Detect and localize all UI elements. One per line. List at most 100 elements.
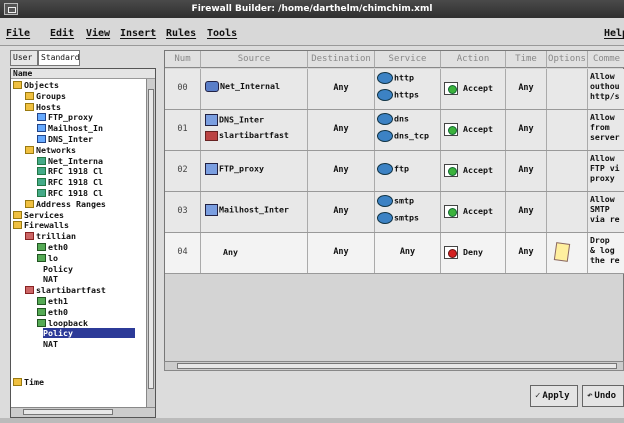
tree-header[interactable]: Name bbox=[11, 69, 155, 79]
rule-action-cell[interactable]: Accept bbox=[441, 69, 506, 109]
rule-number-cell[interactable]: 03 bbox=[165, 192, 201, 232]
column-header-options[interactable]: Options bbox=[547, 51, 588, 68]
rule-comment-cell[interactable]: Allow from server bbox=[588, 110, 624, 150]
service-object[interactable]: dns_tcp bbox=[377, 130, 429, 142]
tree-item[interactable]: Policy bbox=[43, 264, 73, 274]
source-object[interactable]: Net_Internal bbox=[205, 81, 280, 92]
rule-row[interactable]: 04 Any Any Any Deny Any Drop & log the re bbox=[165, 233, 624, 274]
rule-comment-cell[interactable]: Drop & log the re bbox=[588, 233, 624, 273]
column-header-destination[interactable]: Destination bbox=[308, 51, 375, 68]
rule-row[interactable]: 02 FTP_proxy Any ftp Accept Any Allow FTP vi … bbox=[165, 151, 624, 192]
rule-options-cell[interactable] bbox=[547, 110, 588, 150]
menu-tools[interactable]: Tools bbox=[207, 28, 237, 39]
rule-time-cell[interactable]: Any bbox=[506, 110, 547, 150]
rule-action-cell[interactable]: Deny bbox=[441, 233, 506, 273]
rule-action-cell[interactable]: Accept bbox=[441, 110, 506, 150]
tree-item[interactable]: RFC 1918 Cl bbox=[37, 188, 103, 198]
rule-source-cell[interactable]: Net_Internal bbox=[201, 69, 308, 109]
tree-item[interactable]: Mailhost_In bbox=[37, 123, 103, 133]
rule-destination-cell[interactable]: Any bbox=[308, 192, 375, 232]
rule-options-cell[interactable] bbox=[547, 69, 588, 109]
service-object[interactable]: https bbox=[377, 89, 419, 101]
undo-button[interactable]: ↶ Undo bbox=[582, 385, 624, 407]
rule-comment-cell[interactable]: Allow outhou http/s bbox=[588, 69, 624, 109]
tree-vertical-scrollbar[interactable] bbox=[146, 79, 155, 417]
rule-destination-cell[interactable]: Any bbox=[308, 69, 375, 109]
apply-button[interactable]: ✓ Apply bbox=[530, 385, 578, 407]
rule-time-cell[interactable]: Any bbox=[506, 192, 547, 232]
tree-item[interactable]: DNS_Inter bbox=[37, 134, 93, 144]
rule-service-cell[interactable]: ftp bbox=[375, 151, 441, 191]
rule-options-cell[interactable] bbox=[547, 192, 588, 232]
rule-comment-cell[interactable]: Allow FTP vi proxy bbox=[588, 151, 624, 191]
rule-time-cell[interactable]: Any bbox=[506, 233, 547, 273]
tree-item[interactable]: Policy bbox=[43, 328, 135, 339]
rule-number-cell[interactable]: 00 bbox=[165, 69, 201, 109]
tree-item[interactable]: Address Ranges bbox=[25, 199, 106, 209]
source-object[interactable]: FTP_proxy bbox=[205, 163, 264, 175]
rule-row[interactable]: 00 Net_Internal Any http https Accept Any Allo… bbox=[165, 69, 624, 110]
tree-item[interactable]: FTP_proxy bbox=[37, 112, 93, 122]
tree-horizontal-scrollbar[interactable] bbox=[11, 407, 155, 417]
rule-time-cell[interactable]: Any bbox=[506, 151, 547, 191]
source-object[interactable]: slartibartfast bbox=[205, 130, 289, 141]
menu-rules[interactable]: Rules bbox=[166, 28, 196, 39]
rule-destination-cell[interactable]: Any bbox=[308, 233, 375, 273]
tree-item[interactable]: Firewalls bbox=[13, 220, 69, 230]
service-object[interactable]: http bbox=[377, 72, 414, 84]
rule-service-cell[interactable]: http https bbox=[375, 69, 441, 109]
column-header-source[interactable]: Source bbox=[201, 51, 308, 68]
menu-view[interactable]: View bbox=[86, 28, 110, 39]
rule-destination-cell[interactable]: Any bbox=[308, 151, 375, 191]
rule-number-cell[interactable]: 04 bbox=[165, 233, 201, 273]
window-menu-icon[interactable] bbox=[4, 3, 18, 15]
rule-source-cell[interactable]: DNS_Inter slartibartfast bbox=[201, 110, 308, 150]
tree-item[interactable]: eth1 bbox=[37, 296, 68, 306]
tree-item[interactable]: Services bbox=[13, 210, 64, 220]
tab-standard[interactable]: Standard bbox=[38, 50, 80, 66]
rule-destination-cell[interactable]: Any bbox=[308, 110, 375, 150]
column-header-comment[interactable]: Comme bbox=[588, 51, 624, 68]
service-object[interactable]: smtps bbox=[377, 212, 419, 224]
column-header-action[interactable]: Action bbox=[441, 51, 506, 68]
rule-row[interactable]: 03 Mailhost_Inter Any smtp smtps Accept Any Al… bbox=[165, 192, 624, 233]
tab-user[interactable]: User bbox=[10, 50, 38, 66]
rule-number-cell[interactable]: 01 bbox=[165, 110, 201, 150]
tree-item[interactable]: NAT bbox=[43, 339, 58, 349]
tree-item[interactable]: Hosts bbox=[25, 102, 61, 112]
tree-item[interactable]: Time bbox=[13, 377, 44, 387]
rule-number-cell[interactable]: 02 bbox=[165, 151, 201, 191]
tree-item[interactable]: Groups bbox=[25, 91, 66, 101]
menu-edit[interactable]: Edit bbox=[50, 28, 74, 39]
rule-row[interactable]: 01 DNS_Inter slartibartfast Any dns dns_tcp A… bbox=[165, 110, 624, 151]
service-object[interactable]: dns bbox=[377, 113, 409, 125]
tree-item[interactable]: eth0 bbox=[37, 307, 68, 317]
rule-action-cell[interactable]: Accept bbox=[441, 192, 506, 232]
tree-item[interactable]: trillian bbox=[25, 231, 76, 241]
rule-service-cell[interactable]: dns dns_tcp bbox=[375, 110, 441, 150]
tree-item[interactable]: Objects bbox=[13, 80, 59, 90]
rule-options-cell[interactable] bbox=[547, 233, 588, 273]
tree-item[interactable]: RFC 1918 Cl bbox=[37, 166, 103, 176]
menu-file[interactable]: File bbox=[6, 28, 30, 39]
rule-source-cell[interactable]: Any bbox=[201, 233, 308, 273]
rule-service-cell[interactable]: Any bbox=[375, 233, 441, 273]
rule-time-cell[interactable]: Any bbox=[506, 69, 547, 109]
rule-service-cell[interactable]: smtp smtps bbox=[375, 192, 441, 232]
tree-item[interactable]: loopback bbox=[37, 318, 88, 328]
menu-help[interactable]: Help bbox=[604, 28, 624, 39]
service-object[interactable]: ftp bbox=[377, 163, 409, 175]
tree-item[interactable]: slartibartfast bbox=[25, 285, 106, 295]
menu-insert[interactable]: Insert bbox=[120, 28, 156, 39]
column-header-service[interactable]: Service bbox=[375, 51, 441, 68]
tree-item[interactable]: RFC 1918 Cl bbox=[37, 177, 103, 187]
source-object[interactable]: Mailhost_Inter bbox=[205, 204, 289, 216]
rule-action-cell[interactable]: Accept bbox=[441, 151, 506, 191]
rule-source-cell[interactable]: Mailhost_Inter bbox=[201, 192, 308, 232]
tree-item[interactable]: NAT bbox=[43, 274, 58, 284]
tree-item[interactable]: Net_Interna bbox=[37, 156, 103, 166]
column-header-num[interactable]: Num bbox=[165, 51, 201, 68]
tree-item[interactable]: eth0 bbox=[37, 242, 68, 252]
source-object[interactable]: DNS_Inter bbox=[205, 114, 264, 126]
rule-comment-cell[interactable]: Allow SMTP via re bbox=[588, 192, 624, 232]
